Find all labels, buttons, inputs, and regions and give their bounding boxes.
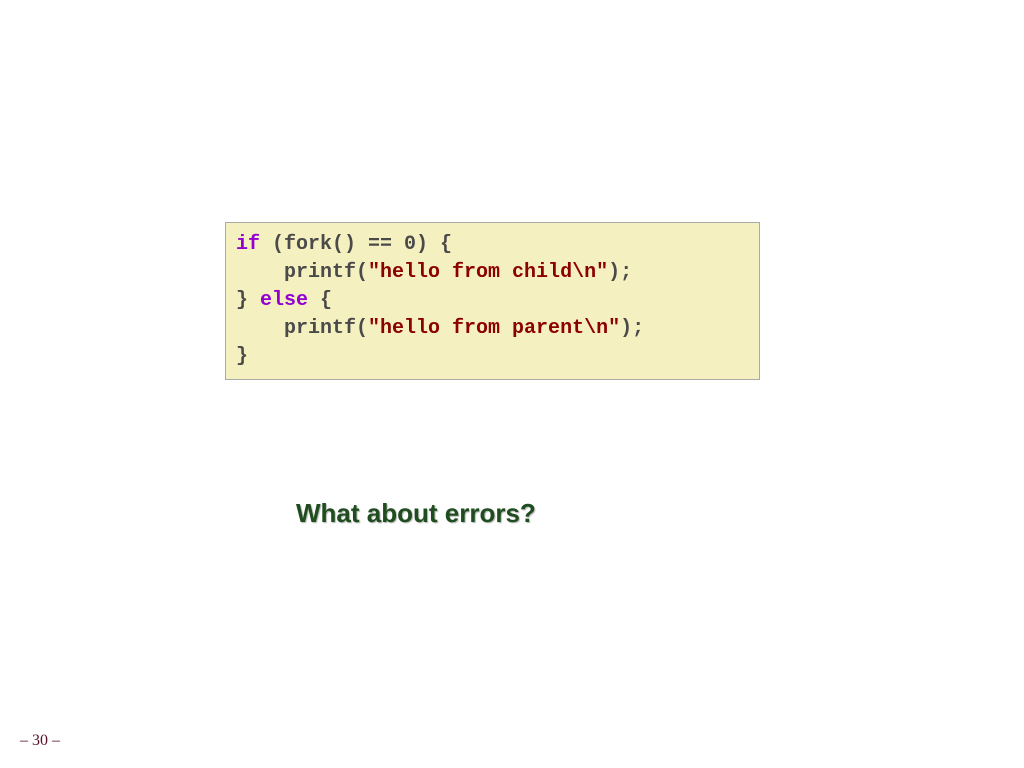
heading-question: What about errors?: [296, 498, 536, 529]
code-line4-str: "hello from parent\n": [368, 317, 620, 340]
code-line4-indent: printf(: [236, 317, 368, 340]
code-block: if (fork() == 0) { printf("hello from ch…: [225, 222, 760, 380]
page-number: – 30 –: [20, 732, 60, 750]
code-line2-indent: printf(: [236, 261, 368, 284]
code-line3-before: }: [236, 289, 260, 312]
code-kw-else: else: [260, 289, 308, 312]
code-line3-rest: {: [308, 289, 332, 312]
code-line4-rest: );: [620, 317, 644, 340]
code-line1-rest: (fork() == 0) {: [260, 233, 452, 256]
code-kw-if: if: [236, 233, 260, 256]
code-line5: }: [236, 345, 248, 368]
code-line2-rest: );: [608, 261, 632, 284]
code-line2-str: "hello from child\n": [368, 261, 608, 284]
